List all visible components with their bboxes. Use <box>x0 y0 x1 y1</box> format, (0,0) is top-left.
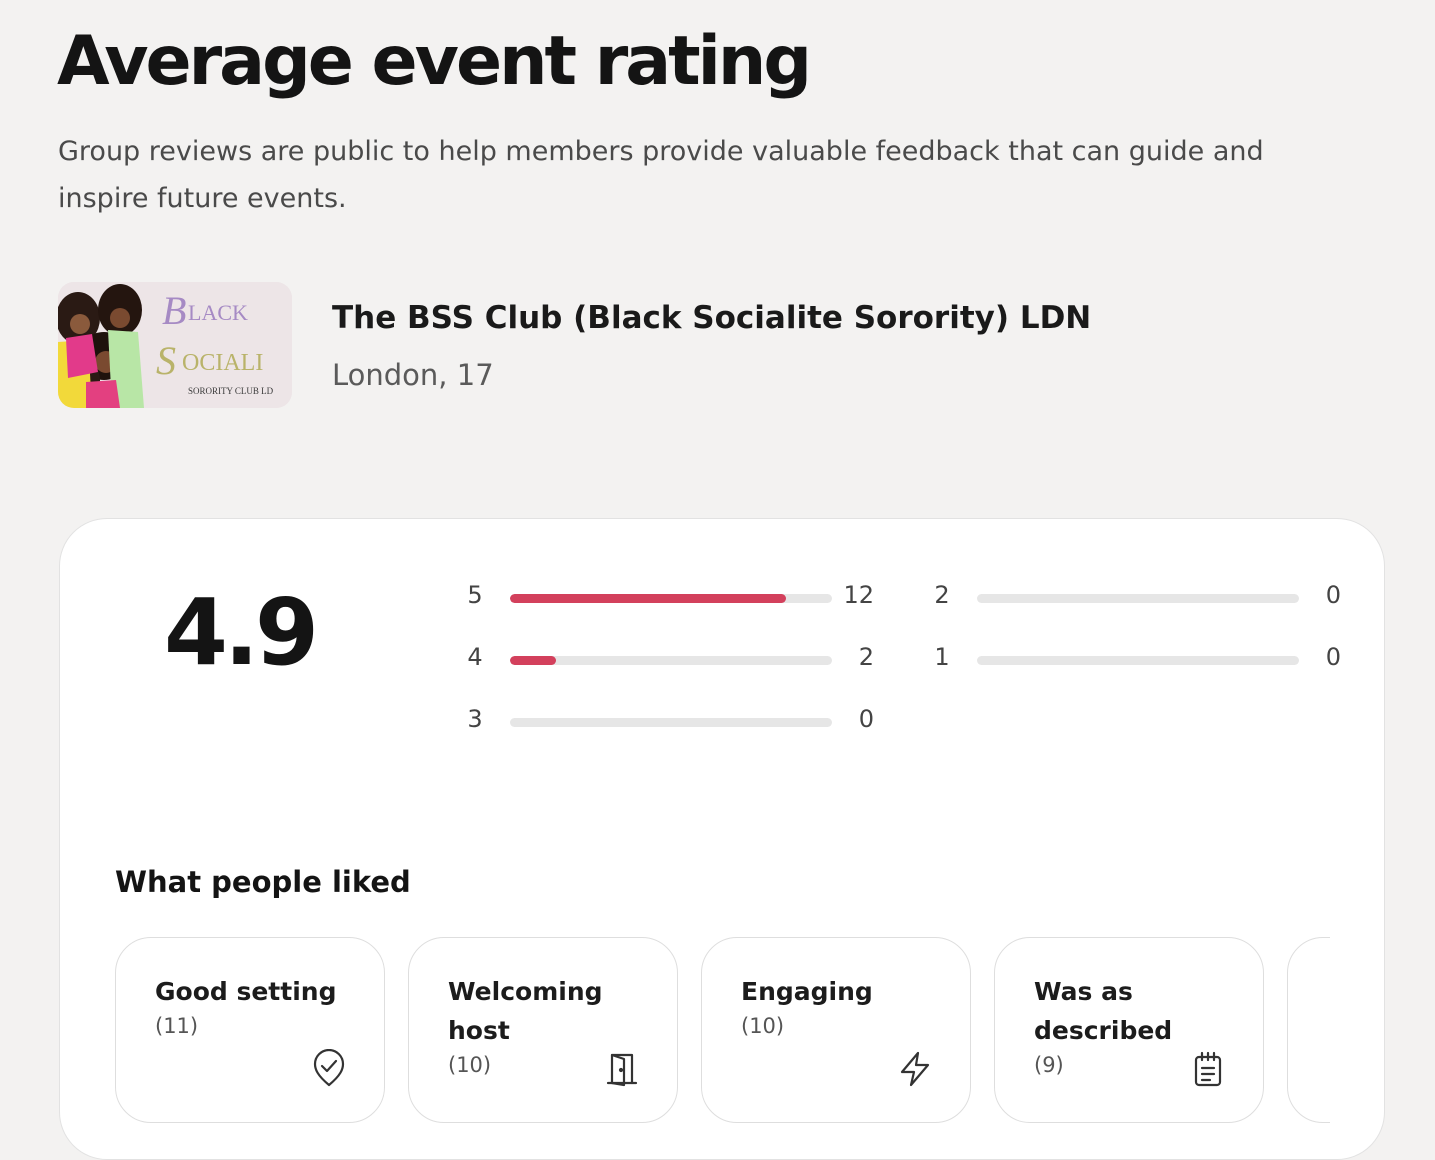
rating-count: 0 <box>858 705 874 733</box>
rating-bar-fill <box>510 656 557 665</box>
rating-bar-track <box>510 656 832 665</box>
rating-row-2: 2 0 <box>927 575 1347 615</box>
rating-bar-fill <box>510 594 786 603</box>
liked-count: (10) <box>741 1014 785 1038</box>
rating-bar-track <box>977 656 1299 665</box>
lightning-icon <box>895 1049 935 1089</box>
average-rating: 4.9 <box>164 579 319 686</box>
group-header[interactable]: B LACK S OCIALI SORORITY CLUB LD The BSS… <box>58 282 1358 408</box>
group-logo[interactable]: B LACK S OCIALI SORORITY CLUB LD <box>58 282 292 408</box>
rating-count: 0 <box>1325 643 1341 671</box>
svg-text:S: S <box>156 338 176 383</box>
rating-row-4: 4 2 <box>460 637 880 677</box>
rating-star-label: 5 <box>467 581 483 609</box>
svg-text:B: B <box>162 288 186 333</box>
liked-carousel[interactable]: Good setting (11) Welcoming host (10) En… <box>115 937 1330 1127</box>
liked-label: Was as described <box>1034 977 1173 1045</box>
svg-text:LACK: LACK <box>188 300 248 325</box>
rating-count: 2 <box>858 643 874 671</box>
liked-label: Welcoming host <box>448 977 603 1045</box>
rating-star-label: 1 <box>934 643 950 671</box>
shield-check-icon <box>309 1048 349 1089</box>
rating-bar-track <box>510 718 832 727</box>
rating-star-label: 2 <box>934 581 950 609</box>
rating-row-1: 1 0 <box>927 637 1347 677</box>
rating-bar-track <box>510 594 832 603</box>
svg-text:OCIALI: OCIALI <box>182 350 263 376</box>
liked-label: Engaging <box>741 977 873 1006</box>
liked-count: (10) <box>448 1053 492 1077</box>
clipboard-icon <box>1188 1049 1228 1089</box>
liked-card-good-setting[interactable]: Good setting (11) <box>115 937 385 1123</box>
svg-text:SORORITY CLUB LD: SORORITY CLUB LD <box>188 386 274 396</box>
page-subtitle: Group reviews are public to help members… <box>58 136 1264 214</box>
rating-row-3: 3 0 <box>460 699 880 739</box>
rating-star-label: 3 <box>467 705 483 733</box>
rating-star-label: 4 <box>467 643 483 671</box>
liked-label: Good setting <box>155 977 337 1006</box>
rating-bar-track <box>977 594 1299 603</box>
liked-card-next[interactable] <box>1287 937 1330 1123</box>
rating-count: 0 <box>1325 581 1341 609</box>
liked-card-welcoming-host[interactable]: Welcoming host (10) <box>408 937 678 1123</box>
liked-card-was-as-described[interactable]: Was as described (9) <box>994 937 1264 1123</box>
door-icon <box>602 1049 642 1089</box>
liked-count: (11) <box>155 1014 199 1038</box>
liked-card-engaging[interactable]: Engaging (10) <box>701 937 971 1123</box>
liked-count: (9) <box>1034 1053 1064 1077</box>
rating-card: 4.9 5 12 4 2 3 0 2 0 1 0 What people lik… <box>59 518 1385 1160</box>
group-location: London, 17 <box>332 358 494 392</box>
rating-row-5: 5 12 <box>460 575 880 615</box>
page-title: Average event rating <box>57 22 812 101</box>
rating-count: 12 <box>843 581 874 609</box>
liked-section-title: What people liked <box>115 865 411 899</box>
group-name[interactable]: The BSS Club (Black Socialite Sorority) … <box>332 300 1091 336</box>
